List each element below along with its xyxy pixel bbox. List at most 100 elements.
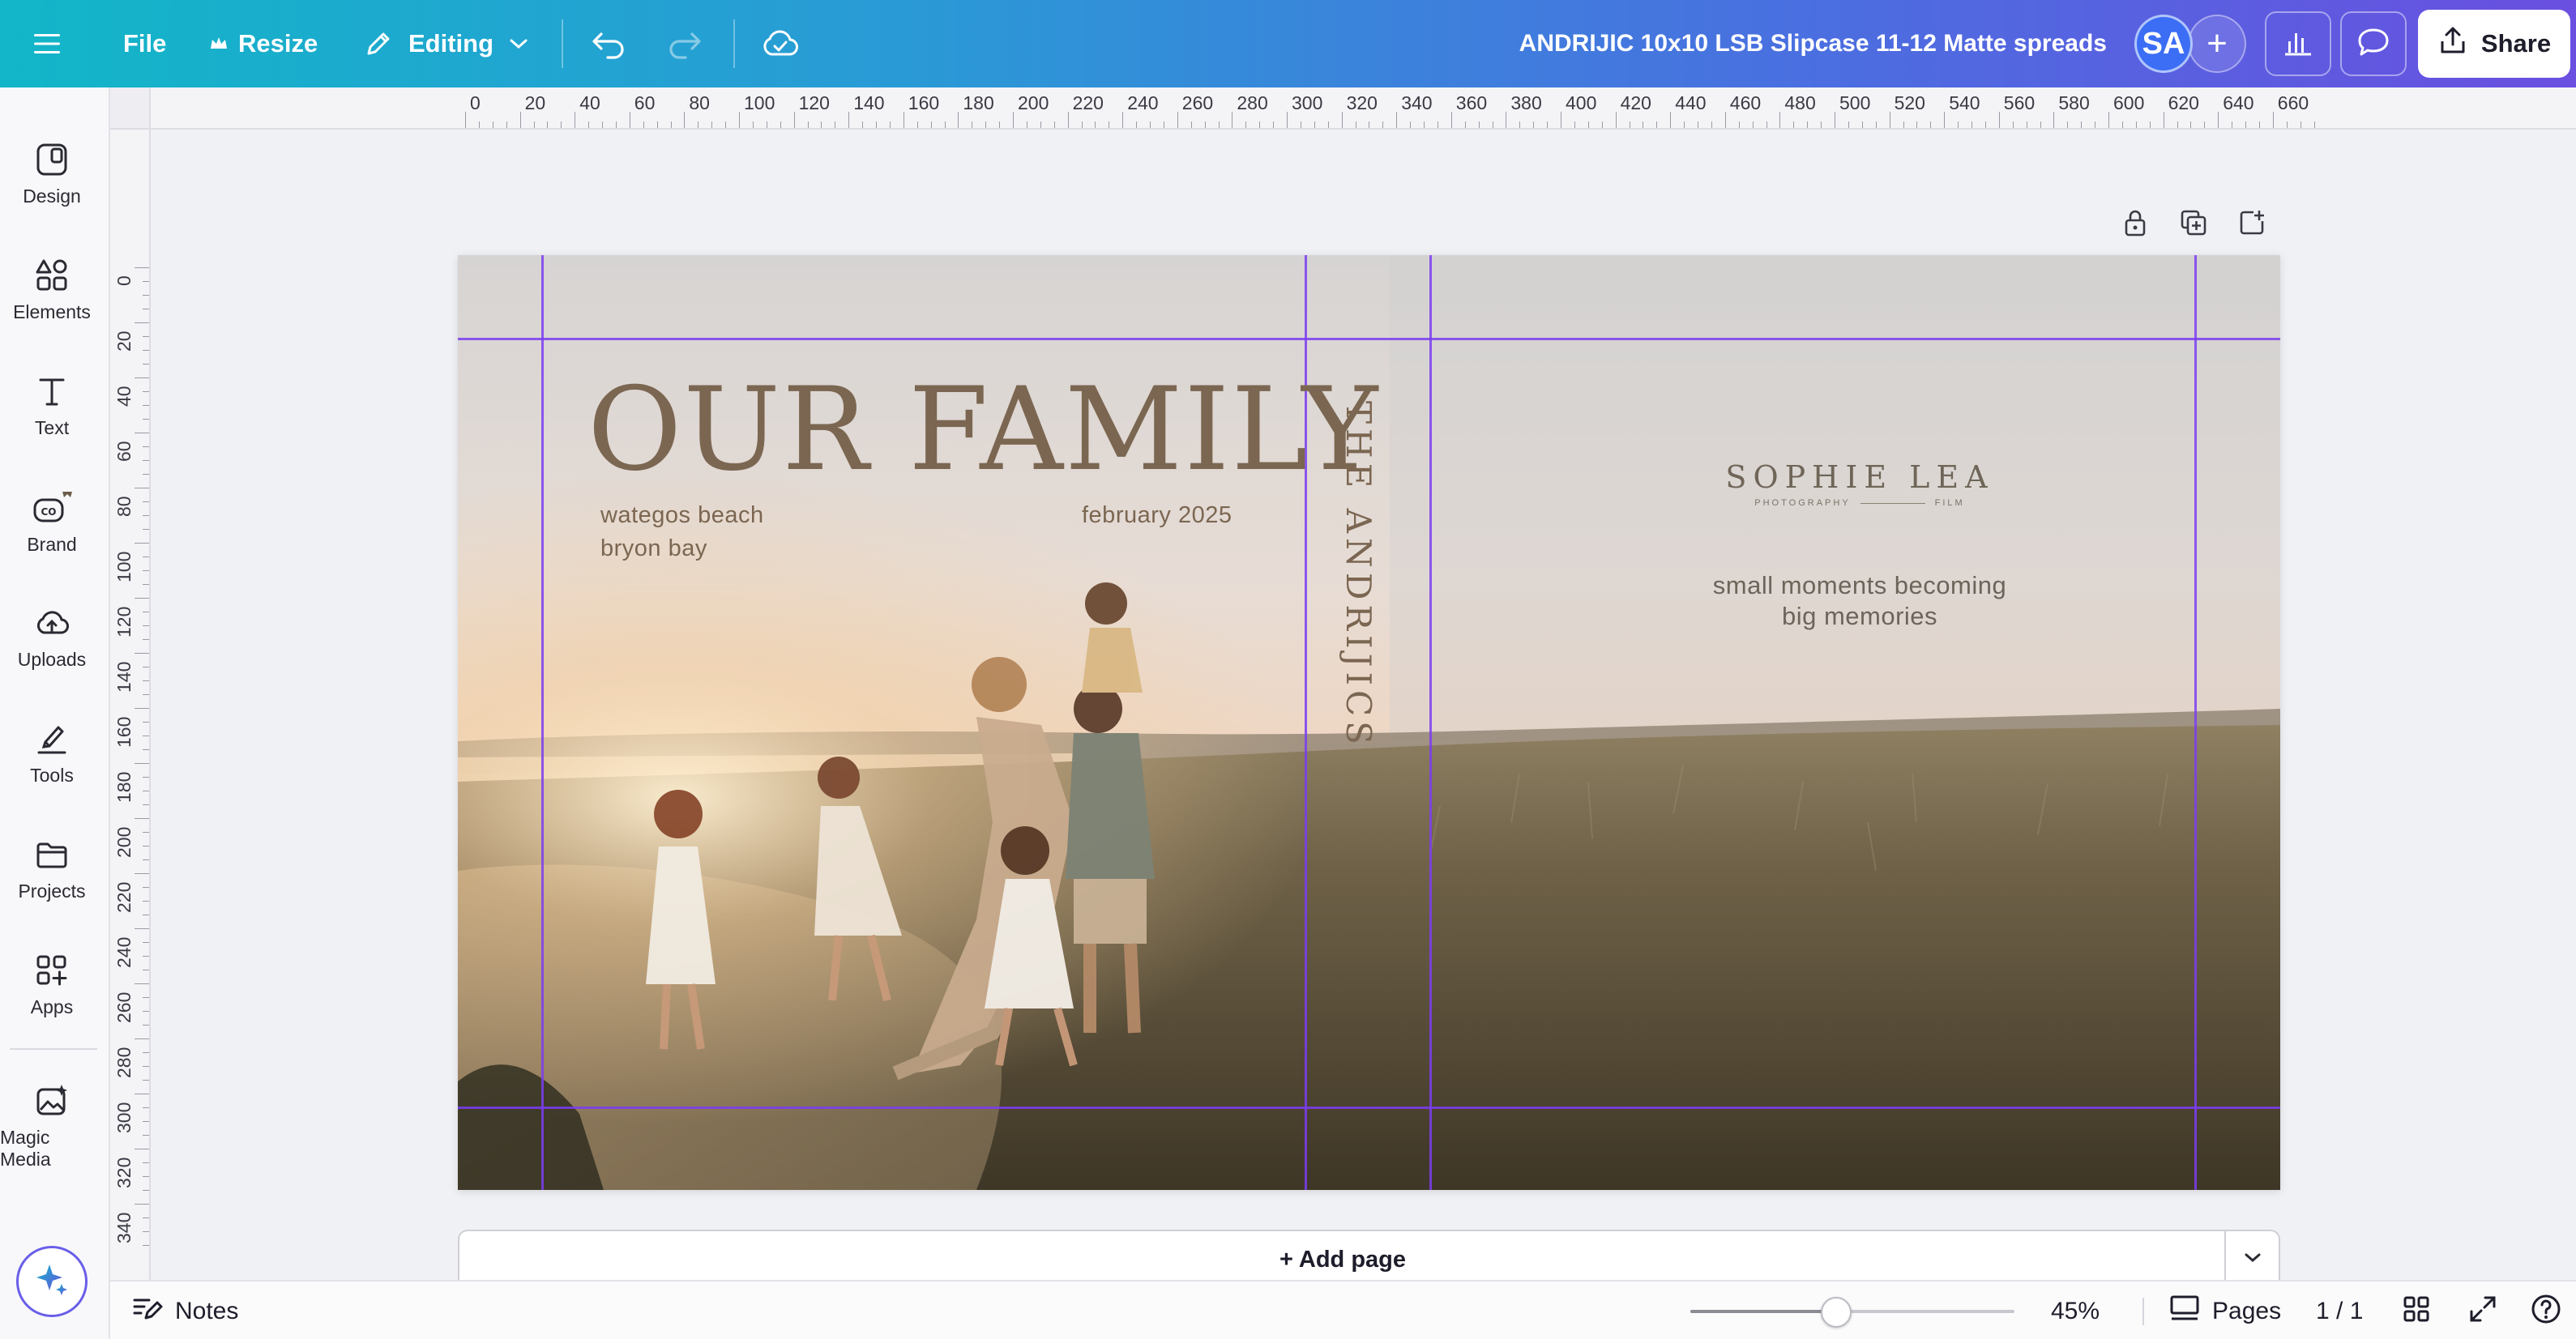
ruler-minor-tick bbox=[1807, 122, 1809, 128]
ruler-label: 20 bbox=[113, 330, 135, 352]
resize-label: Resize bbox=[238, 29, 318, 58]
pencil-icon bbox=[363, 28, 394, 59]
user-avatar[interactable]: SA bbox=[2134, 15, 2193, 73]
ruler-minor-tick bbox=[143, 556, 149, 557]
ruler-tick bbox=[135, 322, 149, 323]
ruler-tick bbox=[1615, 112, 1617, 128]
chevron-down-icon bbox=[2242, 1251, 2263, 1269]
tagline-line-1[interactable]: small moments becoming bbox=[1592, 571, 2127, 600]
ruler-tick bbox=[958, 112, 959, 128]
ruler-minor-tick bbox=[143, 901, 149, 902]
svg-text:CO: CO bbox=[41, 506, 56, 518]
location-line-2[interactable]: bryon bay bbox=[600, 535, 707, 562]
redo-button[interactable] bbox=[666, 0, 703, 87]
brand-icon: CO bbox=[30, 490, 74, 526]
ruler-minor-tick bbox=[143, 639, 149, 640]
undo-button[interactable] bbox=[590, 0, 627, 87]
ruler-minor-tick bbox=[143, 1190, 149, 1191]
editing-label: Editing bbox=[408, 29, 494, 58]
add-collaborator-button[interactable]: + bbox=[2188, 15, 2246, 73]
main-menu-button[interactable] bbox=[32, 0, 62, 87]
ruler-tick bbox=[135, 708, 149, 709]
ruler-label: 260 bbox=[113, 991, 135, 1023]
duplicate-page-button[interactable] bbox=[2175, 206, 2212, 243]
bar-chart-icon bbox=[2282, 27, 2314, 62]
ruler-minor-tick bbox=[1136, 122, 1138, 128]
sidebar-item-brand[interactable]: CO Brand bbox=[0, 470, 104, 575]
ruler-tick bbox=[1779, 112, 1781, 128]
ruler-minor-tick bbox=[2245, 122, 2246, 128]
tagline-line-2[interactable]: big memories bbox=[1592, 602, 2127, 631]
ruler-minor-tick bbox=[1478, 122, 1480, 128]
resize-button[interactable]: Resize bbox=[209, 0, 318, 87]
notes-button[interactable]: Notes bbox=[131, 1281, 238, 1339]
ruler-minor-tick bbox=[143, 364, 149, 365]
sidebar-item-design[interactable]: Design bbox=[0, 122, 104, 227]
ruler-tick bbox=[135, 653, 149, 654]
ruler-minor-tick bbox=[670, 122, 672, 128]
zoom-level[interactable]: 45% bbox=[2051, 1281, 2100, 1339]
uploads-icon bbox=[34, 605, 70, 641]
ruler-minor-tick bbox=[2135, 122, 2137, 128]
ruler-label: 340 bbox=[113, 1212, 135, 1243]
bottom-bar: Notes 45% Pages 1 / 1 bbox=[110, 1280, 2576, 1339]
sidebar-item-uploads[interactable]: Uploads bbox=[0, 585, 104, 690]
ruler-label: 620 bbox=[2168, 92, 2199, 113]
ruler-label: 320 bbox=[1346, 92, 1378, 113]
ruler-tick bbox=[1067, 112, 1069, 128]
ruler-minor-tick bbox=[143, 1066, 149, 1067]
sidebar-item-projects[interactable]: Projects bbox=[0, 817, 104, 922]
sidebar-item-tools[interactable]: Tools bbox=[0, 701, 104, 806]
photographer-logo-subtitle[interactable]: PHOTOGRAPHY FILM bbox=[1714, 498, 2006, 508]
sidebar-item-text[interactable]: Text bbox=[0, 353, 104, 458]
ruler-label: 40 bbox=[579, 92, 600, 113]
ruler-minor-tick bbox=[2300, 122, 2301, 128]
spine-title[interactable]: THE ANDRIJICS bbox=[1339, 401, 1378, 749]
sidebar-item-label: Projects bbox=[18, 880, 86, 902]
fullscreen-button[interactable] bbox=[2459, 1281, 2507, 1339]
help-button[interactable] bbox=[2522, 1281, 2570, 1339]
ruler-label: 600 bbox=[2113, 92, 2145, 113]
ruler-label: 240 bbox=[1127, 92, 1159, 113]
ruler-minor-tick bbox=[1410, 122, 1412, 128]
sidebar-item-magic-media[interactable]: Magic Media bbox=[0, 1074, 104, 1179]
editing-mode-dropdown[interactable]: Editing bbox=[363, 0, 529, 87]
ruler-minor-tick bbox=[143, 1231, 149, 1232]
cloud-check-icon bbox=[762, 28, 799, 59]
ruler-minor-tick bbox=[2177, 122, 2178, 128]
location-line-1[interactable]: wategos beach bbox=[600, 502, 764, 529]
grid-view-button[interactable] bbox=[2392, 1281, 2441, 1339]
ruler-minor-tick bbox=[143, 956, 149, 957]
ruler-minor-tick bbox=[547, 122, 549, 128]
photographer-logo-name[interactable]: SOPHIE LEA bbox=[1714, 459, 2006, 495]
ruler-label: 60 bbox=[113, 441, 135, 462]
ruler-tick bbox=[135, 1204, 149, 1205]
cover-title[interactable]: OUR FAMILY bbox=[587, 373, 1379, 488]
lock-page-button[interactable] bbox=[2117, 206, 2154, 243]
save-status-button[interactable] bbox=[762, 0, 799, 87]
ruler-minor-tick bbox=[143, 295, 149, 296]
sidebar-item-apps[interactable]: Apps bbox=[0, 932, 104, 1038]
design-page[interactable]: OUR FAMILY wategos beach bryon bay febru… bbox=[458, 255, 2280, 1190]
zoom-slider-thumb[interactable] bbox=[1821, 1297, 1852, 1328]
ruler-label: 140 bbox=[853, 92, 885, 113]
pages-button[interactable]: Pages bbox=[2168, 1281, 2281, 1339]
file-menu-button[interactable]: File bbox=[123, 0, 166, 87]
share-button[interactable]: Share bbox=[2418, 10, 2570, 78]
magic-assistant-button[interactable] bbox=[16, 1246, 88, 1317]
ruler-minor-tick bbox=[1711, 122, 1712, 128]
ruler-label: 640 bbox=[2223, 92, 2254, 113]
comments-button[interactable] bbox=[2340, 11, 2407, 76]
ruler-minor-tick bbox=[1519, 122, 1521, 128]
document-title[interactable]: ANDRIJIC 10x10 LSB Slipcase 11-12 Matte … bbox=[1378, 0, 2107, 87]
ruler-tick bbox=[135, 818, 149, 819]
add-page-button-small[interactable] bbox=[2233, 206, 2271, 243]
ruler-minor-tick bbox=[143, 1162, 149, 1163]
zoom-slider-track[interactable] bbox=[1690, 1310, 2014, 1313]
ruler-tick bbox=[684, 112, 686, 128]
page-count[interactable]: 1 / 1 bbox=[2316, 1281, 2363, 1339]
sidebar-item-elements[interactable]: Elements bbox=[0, 237, 104, 343]
bleed-guide-left bbox=[541, 255, 544, 1190]
date-text[interactable]: february 2025 bbox=[1082, 502, 1232, 529]
insights-button[interactable] bbox=[2265, 11, 2331, 76]
